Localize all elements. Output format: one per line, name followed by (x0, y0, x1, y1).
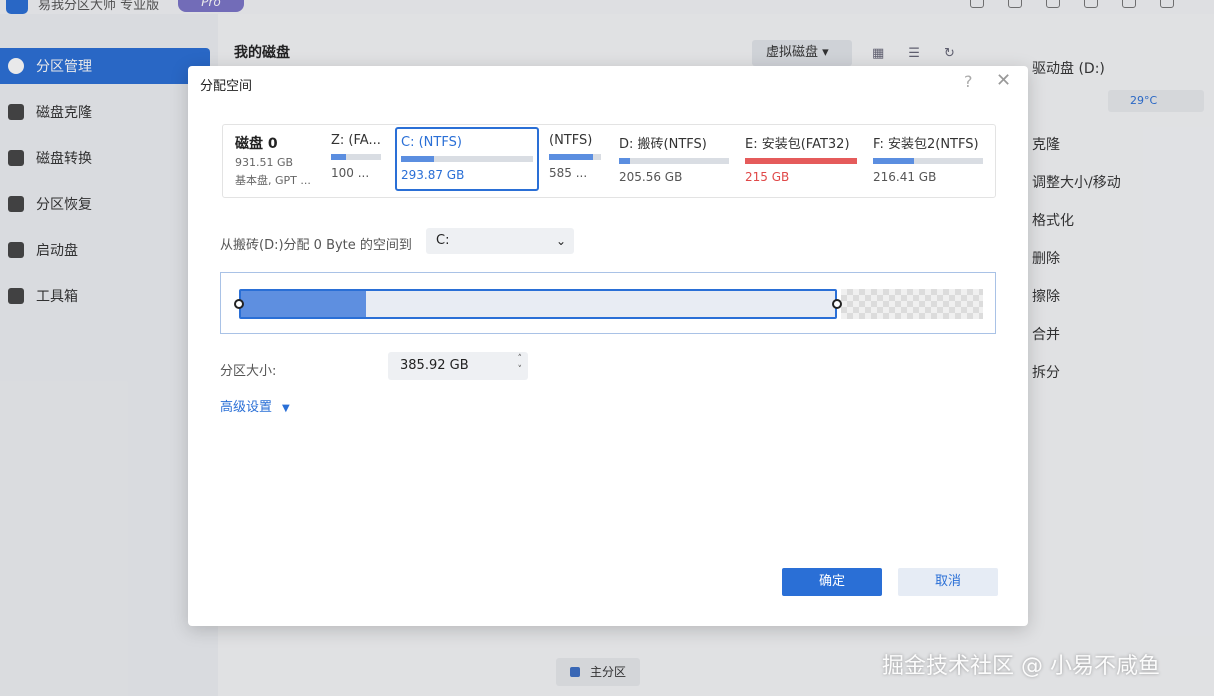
advanced-settings-label: 高级设置 (220, 400, 273, 415)
target-partition-value: C: (436, 233, 450, 248)
cancel-button[interactable]: 取消 (898, 568, 998, 596)
partition-usage-fill (401, 156, 434, 162)
disk-type: 基本盘, GPT ... (235, 174, 311, 187)
triangle-down-icon: ▼ (282, 403, 290, 414)
partition-size: 293.87 GB (401, 168, 465, 182)
target-partition-select[interactable]: C: ⌄ (426, 228, 574, 254)
partition-name: D: 搬砖(NTFS) (619, 137, 707, 152)
partition-usage-fill (549, 154, 594, 160)
partition-size-value: 385.92 GB (400, 358, 469, 373)
partition-size: 205.56 GB (619, 170, 683, 184)
partition-d[interactable]: D: 搬砖(NTFS) 205.56 GB (613, 125, 735, 197)
help-icon[interactable]: ? (964, 72, 973, 91)
partition-size: 100 ... (331, 166, 370, 180)
partition-name: C: (NTFS) (401, 135, 462, 150)
close-icon[interactable]: ✕ (996, 70, 1011, 91)
partition-usage-bar (745, 158, 857, 164)
chevron-down-icon: ⌄ (555, 234, 566, 248)
right-resize-handle[interactable] (832, 299, 842, 309)
partition-name: (NTFS) (549, 133, 593, 148)
partition-name: E: 安装包(FAT32) (745, 137, 850, 152)
partition-usage-bar (549, 154, 601, 160)
used-space-fill (241, 291, 366, 317)
partition-usage-fill (619, 158, 630, 164)
ok-button[interactable]: 确定 (782, 568, 882, 596)
partition-c[interactable]: C: (NTFS) 293.87 GB (395, 127, 539, 191)
partition-usage-bar (619, 158, 729, 164)
unallocated-space (841, 289, 983, 319)
partition-size-input[interactable]: 385.92 GB ˄ ˅ (388, 352, 528, 380)
advanced-settings-toggle[interactable]: 高级设置 ▼ (220, 396, 290, 415)
partition-usage-bar (873, 158, 983, 164)
disk-info: 磁盘 0 931.51 GB 基本盘, GPT ... (235, 133, 327, 188)
partition-usage-fill (331, 154, 346, 160)
disk-map: 磁盘 0 931.51 GB 基本盘, GPT ... Z: (FA... 10… (222, 124, 996, 198)
partition-usage-fill (745, 158, 857, 164)
disk-size: 931.51 GB (235, 156, 294, 169)
partition-resize-bar[interactable] (239, 289, 837, 319)
partition-name: F: 安装包2(NTFS) (873, 137, 979, 152)
disk-name: 磁盘 0 (235, 136, 278, 152)
allocate-space-dialog: 分配空间 ? ✕ 磁盘 0 931.51 GB 基本盘, GPT ... Z: … (188, 66, 1028, 626)
partition-size-label: 分区大小: (220, 364, 277, 379)
partition-e[interactable]: E: 安装包(FAT32) 215 GB (739, 125, 863, 197)
partition-usage-bar (401, 156, 533, 162)
left-resize-handle[interactable] (234, 299, 244, 309)
watermark: 掘金技术社区 @ 小易不咸鱼 (882, 654, 1160, 679)
partition-size: 216.41 GB (873, 170, 937, 184)
resize-area (220, 272, 996, 334)
partition-usage-bar (331, 154, 381, 160)
partition-usage-fill (873, 158, 914, 164)
partition-size: 215 GB (745, 170, 790, 184)
partition-f[interactable]: F: 安装包2(NTFS) 216.41 GB (867, 125, 989, 197)
dialog-title: 分配空间 (200, 79, 253, 94)
partition-name: Z: (FA... (331, 133, 381, 148)
partition-z[interactable]: Z: (FA... 100 ... (325, 125, 387, 197)
allocate-label: 从搬砖(D:)分配 0 Byte 的空间到 (220, 238, 412, 253)
partition-ntfs[interactable]: (NTFS) 585 ... (543, 125, 607, 197)
partition-size: 585 ... (549, 166, 588, 180)
stepper-arrows-icon[interactable]: ˄ ˅ (518, 354, 523, 376)
